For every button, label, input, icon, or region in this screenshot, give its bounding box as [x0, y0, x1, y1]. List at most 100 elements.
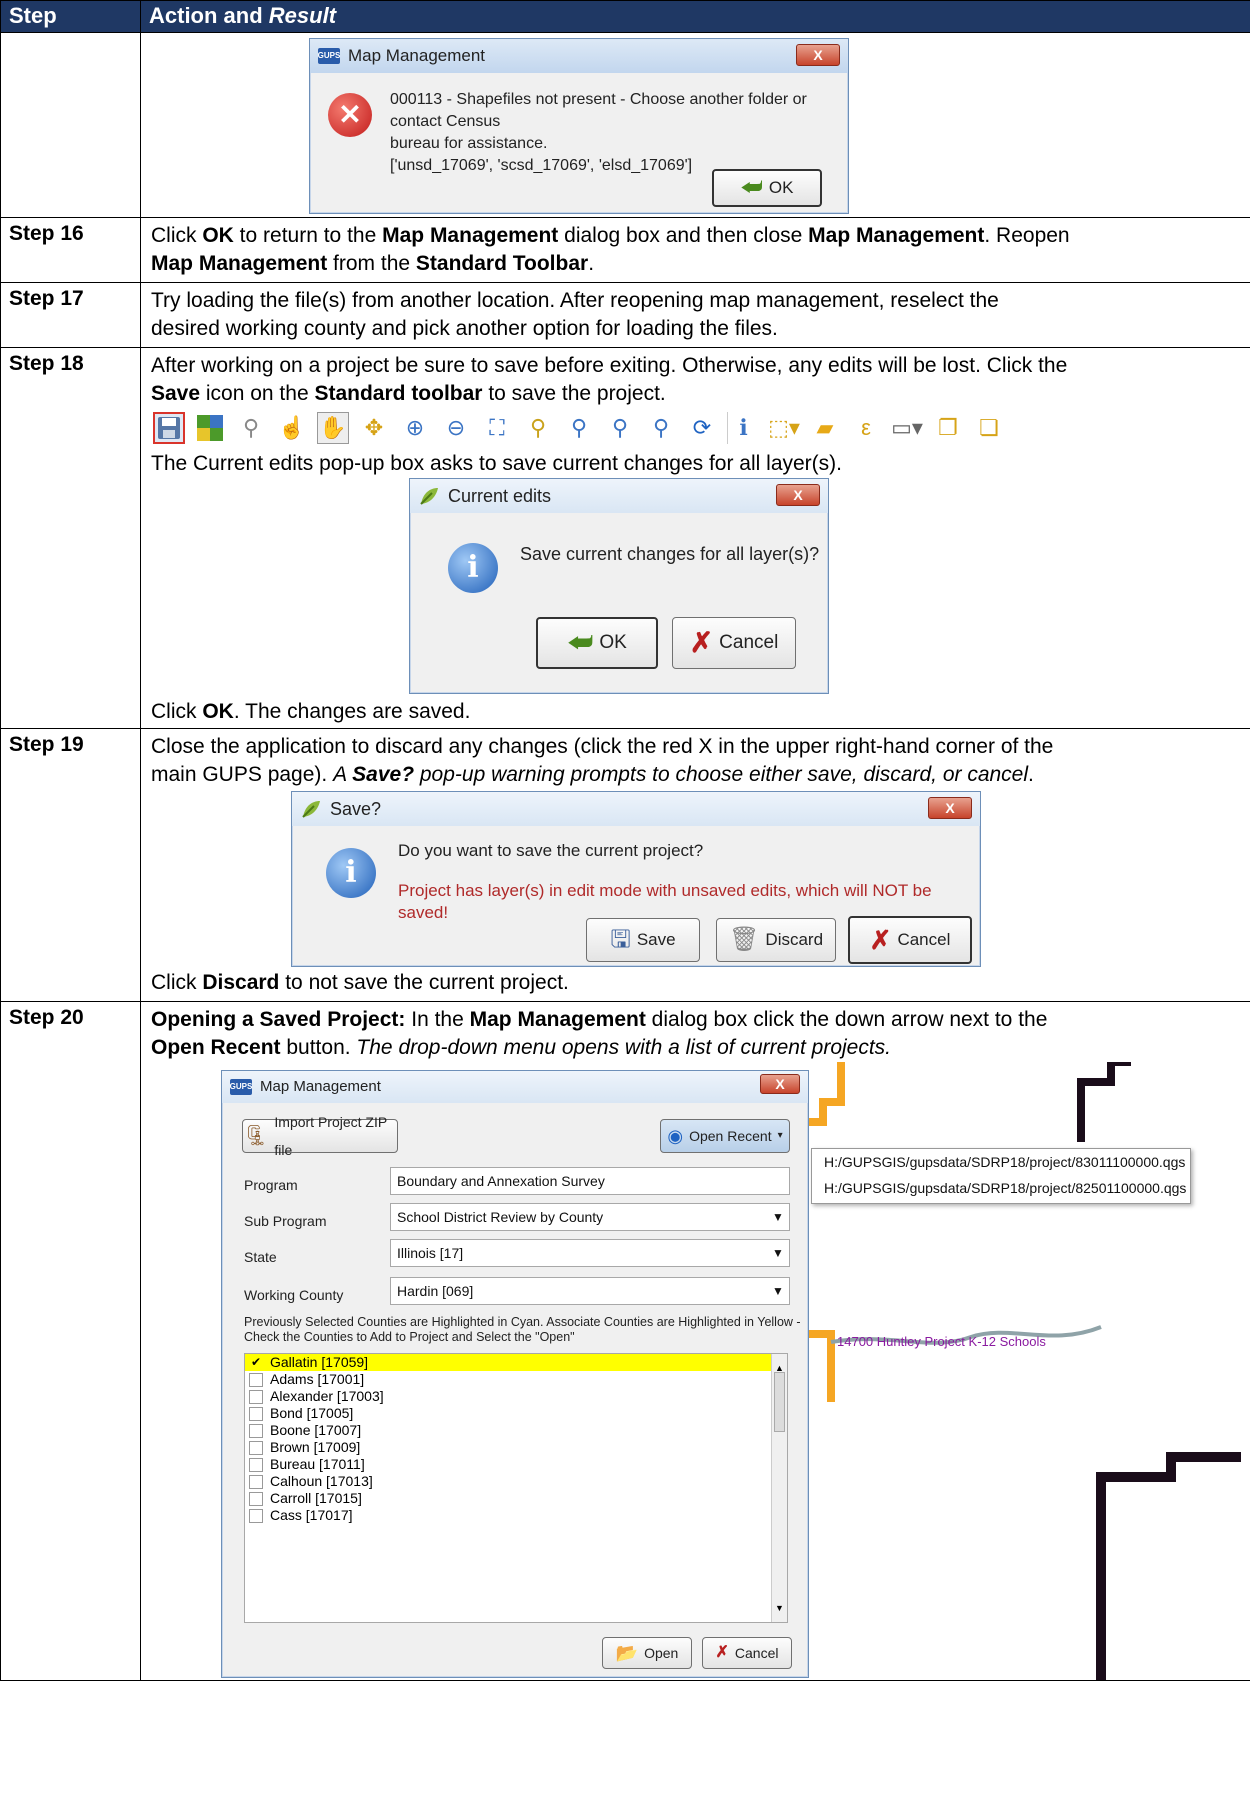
expression-select-icon[interactable]: ε — [850, 412, 882, 444]
step17-line: desired working county and pick another … — [151, 317, 778, 340]
pan-icon[interactable]: ☝ — [276, 412, 308, 444]
scrollbar-thumb[interactable] — [774, 1372, 785, 1432]
ok-button[interactable]: ⮨ OK — [536, 617, 658, 669]
cancel-button[interactable]: ✗ Cancel — [848, 916, 972, 964]
dialog-message: Save current changes for all layer(s)? — [520, 544, 820, 564]
close-button[interactable]: X — [760, 1074, 800, 1094]
close-button[interactable]: X — [928, 797, 972, 819]
chevron-down-icon: ▾ — [777, 1130, 783, 1141]
current-edits-figure: Current edits X i Save current changes f… — [151, 478, 1240, 698]
cancel-label: Cancel — [897, 930, 951, 949]
state-select[interactable]: Illinois [17] ▼ — [390, 1239, 790, 1267]
zoom-next-icon[interactable]: ⚲ — [645, 412, 677, 444]
county-list-item[interactable]: Calhoun [17013] — [245, 1473, 787, 1490]
county-checkbox[interactable] — [249, 1440, 263, 1455]
new-project-icon[interactable] — [194, 412, 226, 444]
county-list-item[interactable]: Adams [17001] — [245, 1371, 787, 1388]
recent-item[interactable]: H:/GUPSGIS/gupsdata/SDRP18/project/82501… — [812, 1175, 1190, 1201]
county-list-item[interactable]: Cass [17017] — [245, 1507, 787, 1524]
zoom-last-icon[interactable]: ⚲ — [604, 412, 636, 444]
county-list-item[interactable]: Brown [17009] — [245, 1439, 787, 1456]
save-dialog: Save? X i Do you want to save the curren… — [291, 791, 981, 967]
ok-button[interactable]: ⮨ OK — [712, 169, 822, 207]
step20-content: Opening a Saved Project: In the Map Mana… — [140, 1001, 1250, 1681]
county-checkbox[interactable] — [249, 1389, 263, 1404]
cancel-button[interactable]: ✗ Cancel — [672, 617, 796, 669]
add-feature-icon[interactable]: ❐ — [932, 412, 964, 444]
discard-button[interactable]: 🗑 Discard — [716, 918, 836, 962]
open-recent-icon: ◉ — [667, 1126, 684, 1146]
open-icon[interactable]: ⚲ — [235, 412, 267, 444]
county-checkbox[interactable] — [249, 1491, 263, 1506]
zoom-layer-icon[interactable]: ⛶ — [481, 412, 513, 444]
toolbar-icons: ⚲ ☝ ✋ ✥ ⊕ ⊖ ⛶ ⚲ ⚲ ⚲ ⚲ ⟳ ℹ ⬚▾ ▰ ε ▭▾ ❐ ❏ — [153, 408, 1005, 448]
close-button[interactable]: X — [796, 44, 840, 66]
standard-toolbar: ⚲ ☝ ✋ ✥ ⊕ ⊖ ⛶ ⚲ ⚲ ⚲ ⚲ ⟳ ℹ ⬚▾ ▰ ε ▭▾ ❐ ❏ — [141, 408, 1240, 450]
county-checkbox[interactable]: ✔ — [249, 1356, 263, 1370]
error-message-line: bureau for assistance. — [390, 135, 548, 152]
chevron-down-icon: ▼ — [772, 1246, 784, 1260]
county-checkbox[interactable] — [249, 1474, 263, 1489]
cancel-button[interactable]: ✗ Cancel — [702, 1637, 792, 1669]
county-checkbox[interactable] — [249, 1508, 263, 1523]
close-button[interactable]: X — [776, 484, 820, 506]
hand-icon[interactable]: ✋ — [317, 412, 349, 444]
cancel-x-icon: ✗ — [689, 627, 714, 658]
county-name: Calhoun [17013] — [270, 1473, 373, 1489]
state-value: Illinois [17] — [397, 1245, 464, 1261]
chevron-down-icon: ▼ — [772, 1284, 784, 1298]
county-name: Brown [17009] — [270, 1439, 361, 1455]
open-recent-button[interactable]: ◉ Open Recent ▾ — [660, 1119, 790, 1153]
county-checkbox[interactable] — [249, 1423, 263, 1438]
county-list-item[interactable]: Alexander [17003] — [245, 1388, 787, 1405]
dialog-title: Save? — [330, 799, 382, 819]
map-district-label: 14700 Huntley Project K-12 Schools — [837, 1334, 1046, 1349]
county-checkbox[interactable] — [249, 1406, 263, 1421]
chevron-down-icon: ▼ — [772, 1210, 784, 1224]
header-step: Step — [0, 0, 141, 33]
county-list-item[interactable]: Boone [17007] — [245, 1422, 787, 1439]
deselect-icon[interactable]: ▰ — [809, 412, 841, 444]
zoom-full-icon[interactable]: ✥ — [358, 412, 390, 444]
county-list-item[interactable]: ✔ Gallatin [17059] — [245, 1354, 787, 1371]
program-select[interactable]: Boundary and Annexation Survey — [390, 1167, 790, 1195]
step18-content: After working on a project be sure to sa… — [140, 347, 1250, 729]
identify-icon[interactable]: ℹ — [727, 412, 759, 444]
county-list-item[interactable]: Bureau [17011] — [245, 1456, 787, 1473]
import-zip-button[interactable]: 🗜 Import Project ZIP file — [242, 1114, 398, 1158]
county-name: Boone [17007] — [270, 1422, 362, 1438]
list-scrollbar[interactable]: ▲ ▼ — [771, 1354, 787, 1622]
save-button[interactable]: 🖫 Save — [586, 918, 700, 962]
dialog-titlebar: Save? X — [292, 792, 980, 826]
county-checkbox[interactable] — [249, 1457, 263, 1472]
zoom-in-icon[interactable]: ⊕ — [399, 412, 431, 444]
add-note-icon[interactable]: ❏ — [973, 412, 1005, 444]
select-icon[interactable]: ⬚▾ — [768, 412, 800, 444]
counties-instructions: Previously Selected Counties are Highlig… — [244, 1315, 801, 1345]
measure-icon[interactable]: ▭▾ — [891, 412, 923, 444]
zoom-out-icon[interactable]: ⊖ — [440, 412, 472, 444]
save-icon[interactable] — [153, 412, 185, 444]
table-row-step17: Step 17 Try loading the file(s) from ano… — [0, 282, 1250, 348]
county-list-item[interactable]: Bond [17005] — [245, 1405, 787, 1422]
refresh-icon[interactable]: ⟳ — [686, 412, 718, 444]
recent-item[interactable]: H:/GUPSGIS/gupsdata/SDRP18/project/83011… — [812, 1149, 1190, 1175]
county-name: Bond [17005] — [270, 1405, 354, 1421]
working-county-select[interactable]: Hardin [069] ▼ — [390, 1277, 790, 1305]
scroll-down-icon[interactable]: ▼ — [772, 1594, 787, 1622]
county-name: Gallatin [17059] — [270, 1354, 369, 1370]
counties-list[interactable]: ✔ Gallatin [17059] Adams [17001] Alexander … — [244, 1353, 788, 1623]
step19-line: Close the application to discard any cha… — [151, 735, 1054, 758]
table-row-step15-figure: GUPS Map Management X ✕ 000113 - Shapefi… — [0, 32, 1250, 218]
county-checkbox[interactable] — [249, 1372, 263, 1387]
dialog-title: Map Management — [260, 1078, 381, 1095]
county-name: Cass [17017] — [270, 1507, 353, 1523]
zoom-selection-icon[interactable]: ⚲ — [522, 412, 554, 444]
step19-final: Click Discard to not save the current pr… — [151, 971, 569, 994]
county-list-item[interactable]: Carroll [17015] — [245, 1490, 787, 1507]
subprogram-select[interactable]: School District Review by County ▼ — [390, 1203, 790, 1231]
step19-content: Close the application to discard any cha… — [140, 728, 1250, 1002]
open-button[interactable]: 📂 Open — [602, 1637, 692, 1669]
zoom-actual-icon[interactable]: ⚲ — [563, 412, 595, 444]
step20-line: Open Recent button. The drop-down menu o… — [151, 1036, 892, 1059]
